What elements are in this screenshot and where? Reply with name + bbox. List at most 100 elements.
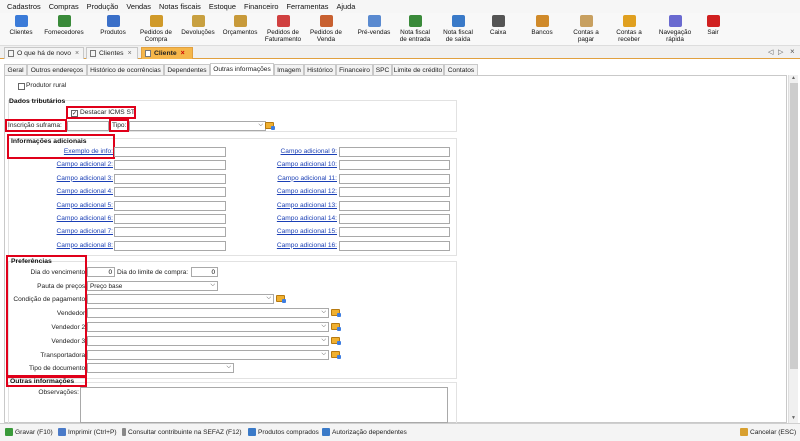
- vendedor2-select[interactable]: ⌵: [87, 322, 329, 332]
- tab-cliente[interactable]: Cliente ×: [141, 47, 193, 59]
- subtab[interactable]: Dependentes: [164, 64, 210, 75]
- tab-o-que-ha-de-novo[interactable]: O que há de novo ×: [4, 47, 84, 59]
- campo-adicional-link[interactable]: Campo adicional 16:: [241, 242, 337, 249]
- campo-adicional-link[interactable]: Exemplo de info:: [25, 148, 113, 155]
- dia-vencimento-input[interactable]: [87, 267, 115, 277]
- cancelar-button[interactable]: Cancelar (ESC): [740, 428, 796, 436]
- subtab[interactable]: Imagem: [274, 64, 304, 75]
- subtab[interactable]: Limite de crédito: [392, 64, 444, 75]
- campo-adicional-input[interactable]: [339, 160, 450, 171]
- campo-adicional-input[interactable]: [114, 227, 226, 238]
- produtos-comprados-button[interactable]: Produtos comprados: [248, 428, 319, 436]
- lookup-folder-icon[interactable]: [331, 323, 341, 331]
- lookup-folder-icon[interactable]: [276, 295, 286, 303]
- observacoes-textarea[interactable]: [80, 387, 448, 423]
- lookup-folder-icon[interactable]: [331, 337, 341, 345]
- campo-adicional-link[interactable]: Campo adicional 14:: [241, 215, 337, 222]
- campo-adicional-input[interactable]: [339, 187, 450, 198]
- toolbar-button-navegacao[interactable]: Navegação rápida: [654, 14, 696, 46]
- menu-item[interactable]: Compras: [49, 2, 79, 11]
- campo-adicional-link[interactable]: Campo adicional 4:: [25, 188, 113, 195]
- inscricao-suframa-input[interactable]: [67, 121, 109, 131]
- menu-item[interactable]: Ajuda: [336, 2, 355, 11]
- campo-adicional-input[interactable]: [114, 160, 226, 171]
- subtab[interactable]: Financeiro: [336, 64, 373, 75]
- campo-adicional-input[interactable]: [114, 173, 226, 184]
- campo-adicional-input[interactable]: [114, 187, 226, 198]
- campo-adicional-input[interactable]: [114, 147, 226, 157]
- toolbar-button-produtos[interactable]: Produtos: [94, 14, 132, 46]
- campo-adicional-input[interactable]: [114, 214, 226, 224]
- toolbar-button-sair[interactable]: Sair: [702, 14, 724, 46]
- campo-adicional-input[interactable]: [114, 240, 226, 251]
- scroll-left-icon[interactable]: ◁: [768, 48, 773, 56]
- subtab[interactable]: Histórico de ocorrências: [87, 64, 164, 75]
- menu-item[interactable]: Ferramentas: [287, 2, 329, 11]
- toolbar-button-devolucoes[interactable]: Devoluções: [180, 14, 216, 46]
- scrollbar-thumb[interactable]: [790, 83, 798, 369]
- menu-item[interactable]: Vendas: [126, 2, 151, 11]
- toolbar-button-nota-saida[interactable]: Nota fiscal de saída: [440, 14, 476, 46]
- dia-limite-input[interactable]: [191, 267, 218, 277]
- scroll-up-icon[interactable]: ▲: [791, 75, 796, 81]
- vertical-scrollbar[interactable]: ▲ ▼: [788, 75, 798, 423]
- subtab[interactable]: Outros endereços: [27, 64, 87, 75]
- campo-adicional-input[interactable]: [339, 147, 450, 157]
- scroll-down-icon[interactable]: ▼: [791, 415, 796, 421]
- campo-adicional-input[interactable]: [339, 173, 450, 184]
- menu-item[interactable]: Estoque: [209, 2, 236, 11]
- close-icon[interactable]: ×: [181, 50, 185, 57]
- campo-adicional-link[interactable]: Campo adicional 9:: [241, 148, 337, 155]
- menu-item[interactable]: Notas fiscais: [159, 2, 201, 11]
- condicao-pagamento-select[interactable]: ⌵: [87, 294, 274, 304]
- campo-adicional-link[interactable]: Campo adicional 7:: [25, 228, 113, 235]
- toolbar-button-clientes[interactable]: Clientes: [6, 14, 36, 46]
- campo-adicional-link[interactable]: Campo adicional 10:: [241, 161, 337, 168]
- transportadora-select[interactable]: ⌵: [87, 350, 329, 360]
- campo-adicional-input[interactable]: [339, 240, 450, 251]
- scroll-right-icon[interactable]: ▷: [778, 48, 783, 56]
- subtab[interactable]: SPC: [373, 64, 392, 75]
- close-icon[interactable]: ×: [128, 50, 132, 57]
- toolbar-button-pedidos-faturamento[interactable]: Pedidos de Faturamento: [263, 14, 303, 46]
- toolbar-button-pedidos-compra[interactable]: Pedidos de Compra: [138, 14, 174, 46]
- gravar-button[interactable]: Gravar (F10): [5, 428, 53, 436]
- toolbar-button-orcamentos[interactable]: Orçamentos: [222, 14, 258, 46]
- campo-adicional-link[interactable]: Campo adicional 11:: [241, 175, 337, 182]
- toolbar-button-caixa[interactable]: Caixa: [484, 14, 512, 46]
- campo-adicional-link[interactable]: Campo adicional 2:: [25, 161, 113, 168]
- campo-adicional-link[interactable]: Campo adicional 15:: [241, 228, 337, 235]
- campo-adicional-link[interactable]: Campo adicional 3:: [25, 175, 113, 182]
- toolbar-button-contas-receber[interactable]: Contas a receber: [612, 14, 646, 46]
- subtab[interactable]: Outras informações: [210, 63, 274, 75]
- menu-item[interactable]: Cadastros: [7, 2, 41, 11]
- lookup-folder-icon[interactable]: [331, 351, 341, 359]
- tipo-documento-select[interactable]: ⌵: [87, 363, 234, 373]
- tipo-select[interactable]: ⌵: [129, 121, 266, 131]
- toolbar-button-fornecedores[interactable]: Fornecedores: [41, 14, 87, 46]
- tab-clientes[interactable]: Clientes ×: [86, 47, 138, 59]
- produtor-rural-checkbox[interactable]: [18, 83, 25, 90]
- toolbar-button-nota-entrada[interactable]: Nota fiscal de entrada: [397, 14, 433, 46]
- lookup-folder-icon[interactable]: [331, 309, 341, 317]
- toolbar-button-pre-vendas[interactable]: Pré-vendas: [355, 14, 393, 46]
- campo-adicional-input[interactable]: [339, 214, 450, 224]
- toolbar-button-pedidos-venda[interactable]: Pedidos de Venda: [309, 14, 343, 46]
- pauta-precos-select[interactable]: Preço base ⌵: [87, 281, 218, 291]
- campo-adicional-link[interactable]: Campo adicional 8:: [25, 242, 113, 249]
- campo-adicional-input[interactable]: [339, 227, 450, 238]
- campo-adicional-link[interactable]: Campo adicional 13:: [241, 202, 337, 209]
- campo-adicional-link[interactable]: Campo adicional 6:: [25, 215, 113, 222]
- subtab[interactable]: Histórico: [304, 64, 336, 75]
- lookup-folder-icon[interactable]: [265, 122, 275, 130]
- close-icon[interactable]: ×: [75, 50, 79, 57]
- imprimir-button[interactable]: Imprimir (Ctrl+P): [58, 428, 117, 436]
- close-icon[interactable]: ×: [790, 47, 795, 56]
- toolbar-button-bancos[interactable]: Bancos: [528, 14, 556, 46]
- autorizacao-dependentes-button[interactable]: Autorização dependentes: [322, 428, 407, 436]
- vendedor-select[interactable]: ⌵: [87, 308, 329, 318]
- campo-adicional-input[interactable]: [114, 200, 226, 211]
- consultar-sefaz-button[interactable]: Consultar contribuinte na SEFAZ (F12): [122, 428, 242, 436]
- campo-adicional-link[interactable]: Campo adicional 12:: [241, 188, 337, 195]
- campo-adicional-link[interactable]: Campo adicional 5:: [25, 202, 113, 209]
